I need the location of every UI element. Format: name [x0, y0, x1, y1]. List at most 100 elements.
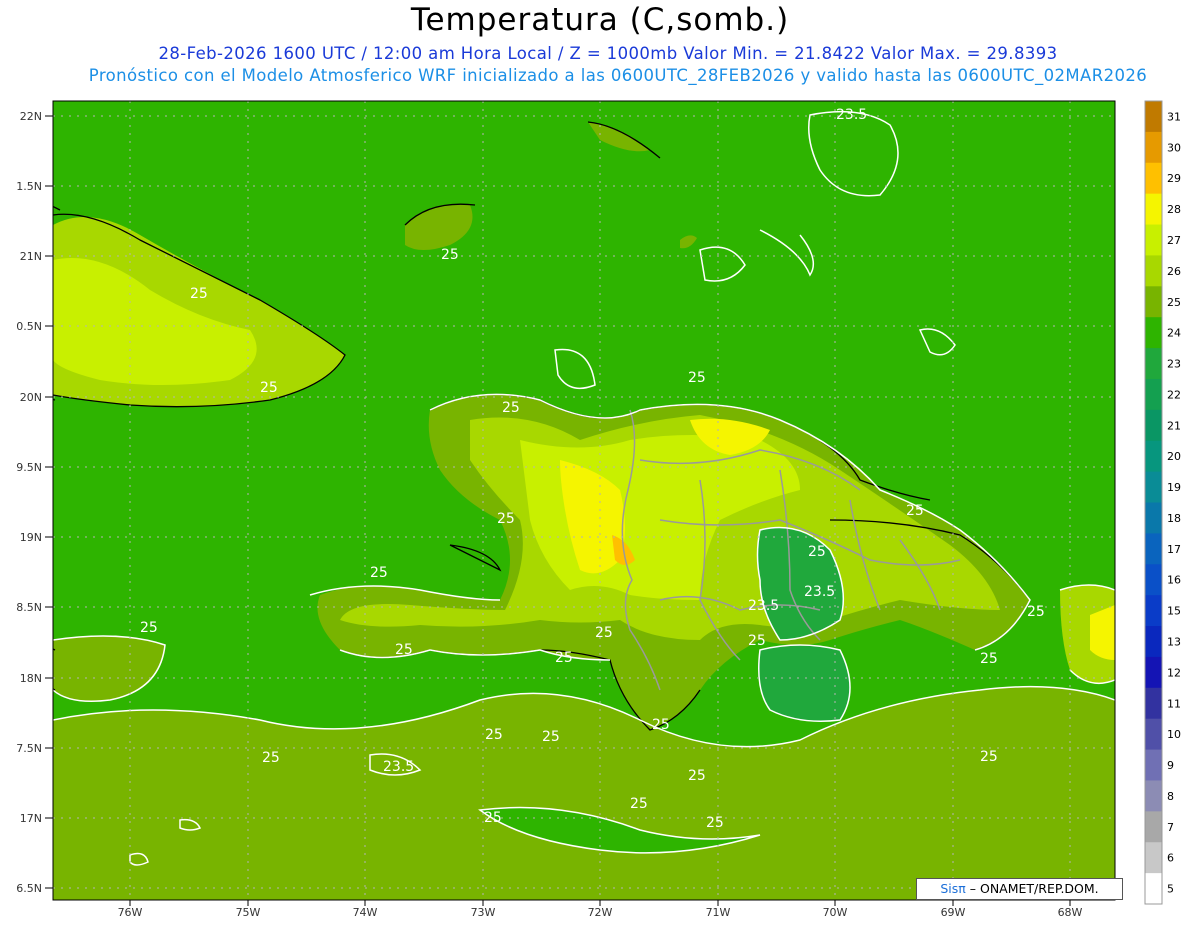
colorbar-swatch	[1145, 348, 1162, 380]
contour-label: 25	[630, 796, 648, 812]
lat-tick-label: 19N	[20, 531, 42, 544]
colorbar-swatch	[1145, 131, 1162, 164]
colorbar-swatch	[1145, 162, 1162, 195]
contour-label: 25	[1027, 604, 1045, 620]
colorbar-swatch	[1145, 533, 1162, 565]
contour-label: 25	[140, 620, 158, 636]
colorbar-swatch	[1145, 224, 1162, 256]
contour-label: 25	[260, 380, 278, 396]
contour-label: 25	[542, 729, 560, 745]
colorbar-swatch	[1145, 811, 1162, 843]
contour-label: 25	[595, 625, 613, 641]
branding-box: Sisπ – ONAMET/REP.DOM.	[916, 878, 1123, 900]
lat-tick-label: 1.5N	[16, 180, 42, 193]
colorbar-label: 25	[1167, 296, 1181, 309]
contour-label: 25	[906, 503, 924, 519]
contour-label: 25	[484, 810, 502, 826]
contour-label: 25	[980, 749, 998, 765]
colorbar-label: 22	[1167, 388, 1181, 401]
contour-label: 25	[441, 247, 459, 263]
colorbar-label: 29	[1167, 172, 1181, 185]
colorbar: 31 30 29 28 27 26 25 24 23 22 21 20 19 18 17 16 15 13 12 11…	[1144, 100, 1181, 905]
lon-tick-label: 71W	[706, 906, 731, 919]
colorbar-swatch	[1145, 255, 1162, 287]
hispaniola-cool-south	[758, 645, 850, 722]
colorbar-swatch	[1145, 718, 1162, 751]
colorbar-label: 26	[1167, 265, 1181, 278]
lat-tick-label: 7.5N	[16, 742, 42, 755]
colorbar-label: 27	[1167, 234, 1181, 247]
contour-label: 25	[748, 633, 766, 649]
lat-tick-label: 0.5N	[16, 320, 42, 333]
colorbar-swatch	[1145, 780, 1162, 812]
branding-org: – ONAMET/REP.DOM.	[965, 881, 1099, 896]
contour-label: 25	[652, 717, 670, 733]
colorbar-label: 7	[1167, 821, 1174, 834]
colorbar-label: 5	[1167, 883, 1174, 896]
contour-label: 25	[262, 750, 280, 766]
colorbar-label: 10	[1167, 728, 1181, 741]
colorbar-label: 15	[1167, 605, 1181, 618]
colorbar-swatch	[1145, 440, 1162, 473]
sispi-logo: Sisπ	[940, 881, 966, 896]
contour-label: 25	[370, 565, 388, 581]
colorbar-label: 13	[1167, 635, 1181, 648]
lat-tick-label: 8.5N	[16, 601, 42, 614]
map-figure: 23.5 25 25 25 25 25 25 25 25 25 25 25 25…	[16, 100, 1181, 919]
contour-label: 25	[395, 642, 413, 658]
colorbar-label: 16	[1167, 574, 1181, 587]
lat-tick-label: 21N	[20, 250, 42, 263]
colorbar-label: 17	[1167, 543, 1181, 556]
colorbar-label: 21	[1167, 419, 1181, 432]
contour-label: 25	[688, 768, 706, 784]
lon-tick-label: 75W	[236, 906, 261, 919]
colorbar-label: 24	[1167, 327, 1181, 340]
contour-label: 23.5	[804, 584, 835, 600]
colorbar-label: 8	[1167, 790, 1174, 803]
lat-tick-label: 17N	[20, 812, 42, 825]
lat-ticks	[45, 115, 53, 889]
colorbar-swatch	[1145, 317, 1162, 349]
colorbar-label: 23	[1167, 358, 1181, 371]
colorbar-label: 19	[1167, 481, 1181, 494]
contour-label: 25	[502, 400, 520, 416]
lon-tick-label: 68W	[1058, 906, 1083, 919]
lat-tick-label: 6.5N	[16, 882, 42, 895]
colorbar-swatch	[1145, 626, 1162, 658]
contour-label: 25	[706, 815, 724, 831]
colorbar-swatch	[1145, 842, 1162, 874]
lon-tick-label: 70W	[823, 906, 848, 919]
lat-tick-label: 20N	[20, 391, 42, 404]
colorbar-label: 20	[1167, 450, 1181, 463]
colorbar-swatch	[1145, 656, 1162, 689]
contour-label: 23.5	[836, 107, 867, 123]
colorbar-swatch	[1145, 687, 1162, 720]
lon-ticks	[129, 900, 1071, 906]
lat-axis: 22N 1.5N 21N 0.5N 20N 9.5N 19N 8.5N 18N …	[16, 110, 42, 895]
lon-tick-label: 76W	[118, 906, 143, 919]
colorbar-label: 28	[1167, 203, 1181, 216]
colorbar-label: 6	[1167, 852, 1174, 865]
contour-label: 25	[688, 370, 706, 386]
colorbar-swatch	[1145, 564, 1162, 596]
colorbar-swatch	[1145, 378, 1162, 411]
contour-label: 25	[808, 544, 826, 560]
lon-tick-label: 72W	[588, 906, 613, 919]
colorbar-swatch	[1145, 471, 1162, 503]
lat-tick-label: 22N	[20, 110, 42, 123]
lon-axis: 76W 75W 74W 73W 72W 71W 70W 69W 68W	[118, 906, 1083, 919]
colorbar-swatch	[1145, 749, 1162, 781]
lat-tick-label: 18N	[20, 672, 42, 685]
lon-tick-label: 74W	[353, 906, 378, 919]
colorbar-swatch	[1145, 101, 1162, 133]
colorbar-label: 11	[1167, 697, 1181, 710]
colorbar-label: 18	[1167, 512, 1181, 525]
colorbar-label: 12	[1167, 666, 1181, 679]
colorbar-swatch	[1145, 286, 1162, 318]
contour-label: 23.5	[383, 759, 414, 775]
colorbar-swatch	[1145, 595, 1162, 627]
colorbar-label: 9	[1167, 759, 1174, 772]
contour-label: 23.5	[748, 598, 779, 614]
colorbar-swatch	[1145, 502, 1162, 534]
colorbar-label: 31	[1167, 110, 1181, 123]
